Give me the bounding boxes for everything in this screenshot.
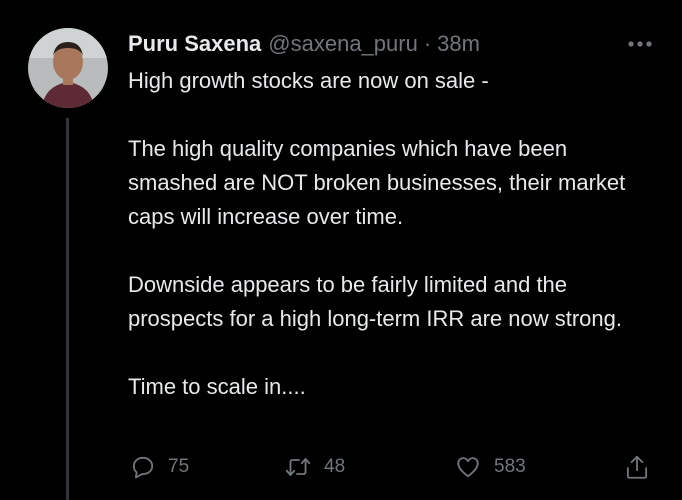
like-button[interactable]: 583	[454, 450, 526, 484]
author-name[interactable]: Puru Saxena	[128, 31, 261, 57]
timestamp[interactable]: 38m	[437, 31, 480, 57]
more-horizontal-icon	[628, 41, 652, 47]
retweet-icon	[285, 458, 311, 476]
share-button[interactable]	[624, 450, 650, 484]
tweet-paragraph: Downside appears to be fairly limited an…	[128, 272, 623, 331]
retweet-button[interactable]: 48	[284, 450, 345, 484]
reply-icon	[132, 456, 154, 479]
tweet-paragraph: The high quality companies which have be…	[128, 136, 626, 229]
tweet-actions: 75 48 583	[128, 450, 658, 484]
retweet-count: 48	[324, 456, 346, 477]
tweet-text: High growth stocks are now on sale - The…	[128, 64, 648, 404]
avatar[interactable]	[28, 28, 108, 108]
tweet-paragraph: High growth stocks are now on sale -	[128, 68, 489, 93]
separator-dot: ·	[423, 31, 432, 56]
like-count: 583	[494, 456, 526, 477]
share-icon	[626, 455, 648, 479]
tweet-header: Puru Saxena @saxena_puru · 38m	[128, 31, 480, 61]
reply-button[interactable]: 75	[130, 450, 189, 484]
author-handle[interactable]: @saxena_puru	[268, 31, 418, 57]
thread-line	[66, 118, 69, 500]
tweet-paragraph: Time to scale in....	[128, 374, 306, 399]
reply-count: 75	[168, 456, 190, 477]
heart-icon	[457, 457, 479, 478]
avatar-photo	[28, 28, 108, 108]
more-button[interactable]	[624, 34, 656, 54]
